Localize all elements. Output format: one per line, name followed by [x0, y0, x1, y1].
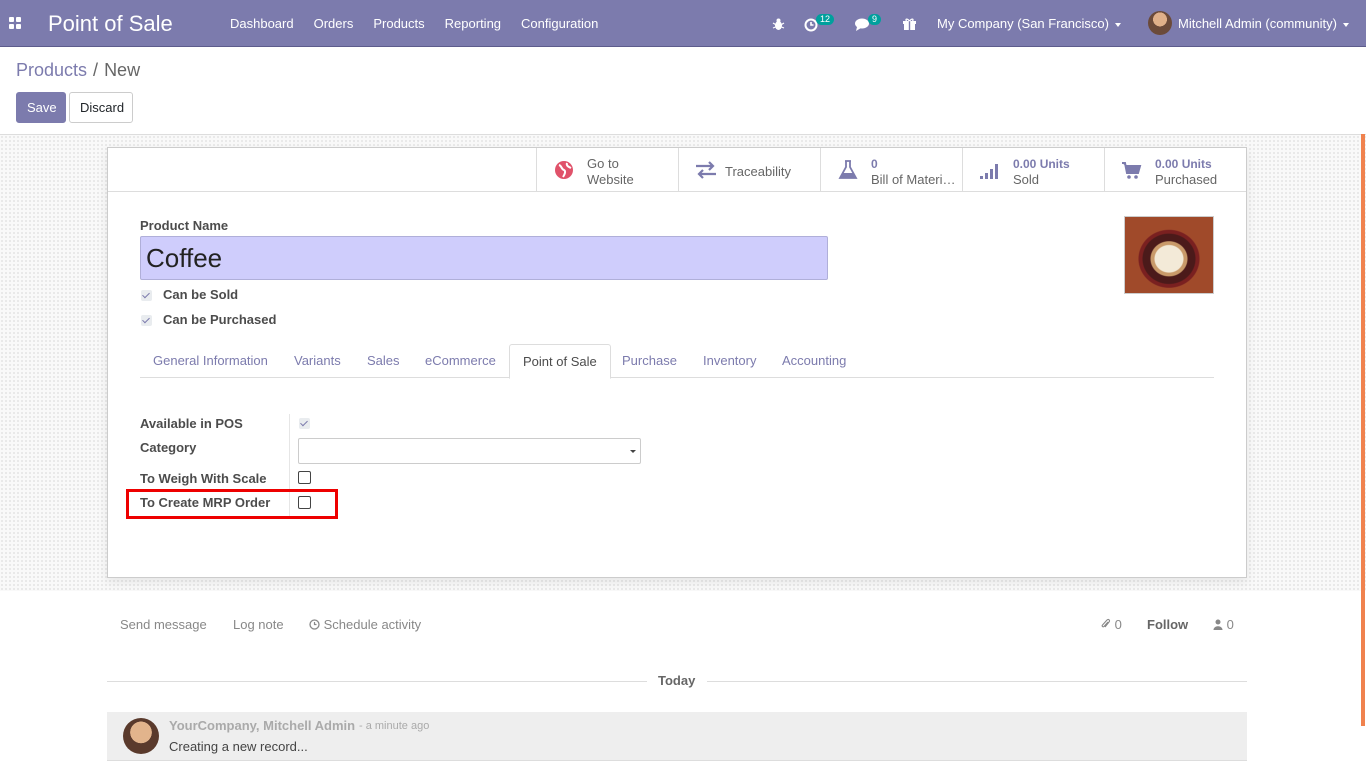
- message-author[interactable]: YourCompany, Mitchell Admin: [169, 718, 355, 733]
- follow-button[interactable]: Follow: [1147, 617, 1188, 632]
- tab-sales[interactable]: Sales: [354, 344, 413, 378]
- sold-units-button[interactable]: 0.00 Units Sold: [962, 148, 1104, 192]
- menu-dashboard[interactable]: Dashboard: [220, 0, 304, 47]
- chevron-down-icon: [630, 450, 636, 453]
- followers-count: 0: [1226, 617, 1234, 632]
- tab-variants[interactable]: Variants: [281, 344, 354, 378]
- purchased-units-button[interactable]: 0.00 Units Purchased: [1104, 148, 1246, 192]
- message-time: - a minute ago: [359, 720, 430, 732]
- messages-count-badge: 9: [868, 14, 882, 25]
- weigh-with-scale-checkbox[interactable]: [298, 471, 311, 484]
- category-label: Category: [140, 440, 197, 455]
- weigh-with-scale-label: To Weigh With Scale: [140, 471, 267, 486]
- app-title: Point of Sale: [48, 11, 173, 36]
- website-line2: Website: [587, 172, 634, 187]
- chatter-toolbar: Send message Log note Schedule activity …: [107, 608, 1247, 640]
- save-button[interactable]: Save: [16, 92, 66, 123]
- traceability-label: Traceability: [725, 164, 791, 179]
- attachments-button[interactable]: 0: [1100, 617, 1122, 632]
- top-navbar: Point of Sale Dashboard Orders Products …: [0, 0, 1366, 47]
- tab-purchase[interactable]: Purchase: [609, 344, 690, 378]
- company-name: My Company (San Francisco): [937, 16, 1109, 31]
- tab-accounting[interactable]: Accounting: [769, 344, 859, 378]
- activity-count-badge: 12: [816, 14, 835, 25]
- date-separator: Today: [658, 673, 696, 688]
- bom-label: Bill of Materials: [871, 172, 957, 187]
- available-in-pos-label: Available in POS: [140, 416, 243, 431]
- main-menu: Dashboard Orders Products Reporting Conf…: [220, 0, 608, 47]
- sold-label: Sold: [1013, 172, 1040, 187]
- gift-icon[interactable]: [903, 0, 916, 47]
- tab-general-information[interactable]: General Information: [140, 344, 281, 378]
- menu-reporting[interactable]: Reporting: [435, 0, 511, 47]
- paperclip-icon: [1101, 618, 1111, 628]
- sold-value: 0.00 Units: [1013, 157, 1070, 171]
- activity-clock-icon[interactable]: [804, 0, 818, 47]
- clock-icon: [309, 619, 320, 630]
- messages-chat-icon[interactable]: [855, 0, 871, 47]
- smart-button-box: Go to Website Traceability 0 Bill of Mat…: [536, 148, 1246, 192]
- bom-count: 0: [871, 157, 878, 171]
- form-sheet: Go to Website Traceability 0 Bill of Mat…: [107, 147, 1247, 578]
- signal-bars-icon: [980, 164, 998, 179]
- followers-button[interactable]: 0: [1213, 617, 1234, 632]
- menu-products[interactable]: Products: [363, 0, 434, 47]
- breadcrumb: Products / New: [16, 60, 140, 81]
- can-be-purchased-label: Can be Purchased: [163, 312, 277, 327]
- company-switcher[interactable]: My Company (San Francisco): [937, 0, 1121, 47]
- user-icon: [1213, 619, 1223, 630]
- can-be-sold-label: Can be Sold: [163, 287, 239, 302]
- flask-icon: [838, 160, 858, 179]
- chevron-down-icon: [1342, 22, 1349, 27]
- menu-configuration[interactable]: Configuration: [511, 0, 608, 47]
- traceability-button[interactable]: Traceability: [678, 148, 820, 192]
- author-avatar[interactable]: [123, 718, 159, 754]
- breadcrumb-current: New: [104, 60, 141, 80]
- message-body: Creating a new record...: [169, 739, 308, 754]
- tab-point-of-sale[interactable]: Point of Sale: [509, 344, 611, 379]
- attachments-count: 0: [1114, 617, 1122, 632]
- exchange-arrows-icon: [696, 161, 716, 179]
- date-divider-right: [707, 681, 1247, 682]
- website-line1: Go to: [587, 156, 619, 171]
- user-menu[interactable]: Mitchell Admin (community): [1178, 0, 1349, 47]
- bug-icon[interactable]: [772, 0, 785, 47]
- user-name: Mitchell Admin (community): [1178, 16, 1337, 31]
- schedule-activity-label: Schedule activity: [323, 617, 422, 632]
- purchased-value: 0.00 Units: [1155, 157, 1212, 171]
- can-be-sold-checkbox[interactable]: [141, 290, 152, 301]
- apps-menu-icon[interactable]: [9, 17, 22, 30]
- menu-orders[interactable]: Orders: [304, 0, 364, 47]
- scrollbar[interactable]: [1361, 134, 1365, 726]
- bill-of-materials-button[interactable]: 0 Bill of Materials: [820, 148, 962, 192]
- tab-ecommerce[interactable]: eCommerce: [412, 344, 509, 378]
- user-avatar[interactable]: [1148, 11, 1172, 35]
- chevron-down-icon: [1114, 22, 1121, 27]
- globe-icon: [555, 161, 573, 179]
- chatter-message: YourCompany, Mitchell Admin - a minute a…: [107, 712, 1247, 761]
- purchased-label: Purchased: [1155, 172, 1218, 187]
- product-name-input[interactable]: Coffee: [140, 236, 828, 280]
- breadcrumb-products-link[interactable]: Products: [16, 60, 87, 80]
- category-select[interactable]: [298, 438, 641, 464]
- can-be-purchased-checkbox[interactable]: [141, 315, 152, 326]
- send-message-button[interactable]: Send message: [120, 617, 207, 632]
- tab-inventory[interactable]: Inventory: [690, 344, 769, 378]
- breadcrumb-separator: /: [93, 60, 99, 80]
- shopping-cart-icon: [1122, 162, 1142, 179]
- available-in-pos-checkbox[interactable]: [299, 418, 310, 429]
- go-to-website-button[interactable]: Go to Website: [536, 148, 678, 192]
- log-note-button[interactable]: Log note: [233, 617, 284, 632]
- product-image[interactable]: [1124, 216, 1214, 294]
- product-name-label: Product Name: [140, 218, 229, 233]
- highlight-box: [126, 489, 338, 519]
- schedule-activity-button[interactable]: Schedule activity: [309, 617, 421, 632]
- notebook-tabs: General Information Variants Sales eComm…: [140, 344, 1214, 379]
- date-divider-left: [107, 681, 647, 682]
- discard-button[interactable]: Discard: [69, 92, 133, 123]
